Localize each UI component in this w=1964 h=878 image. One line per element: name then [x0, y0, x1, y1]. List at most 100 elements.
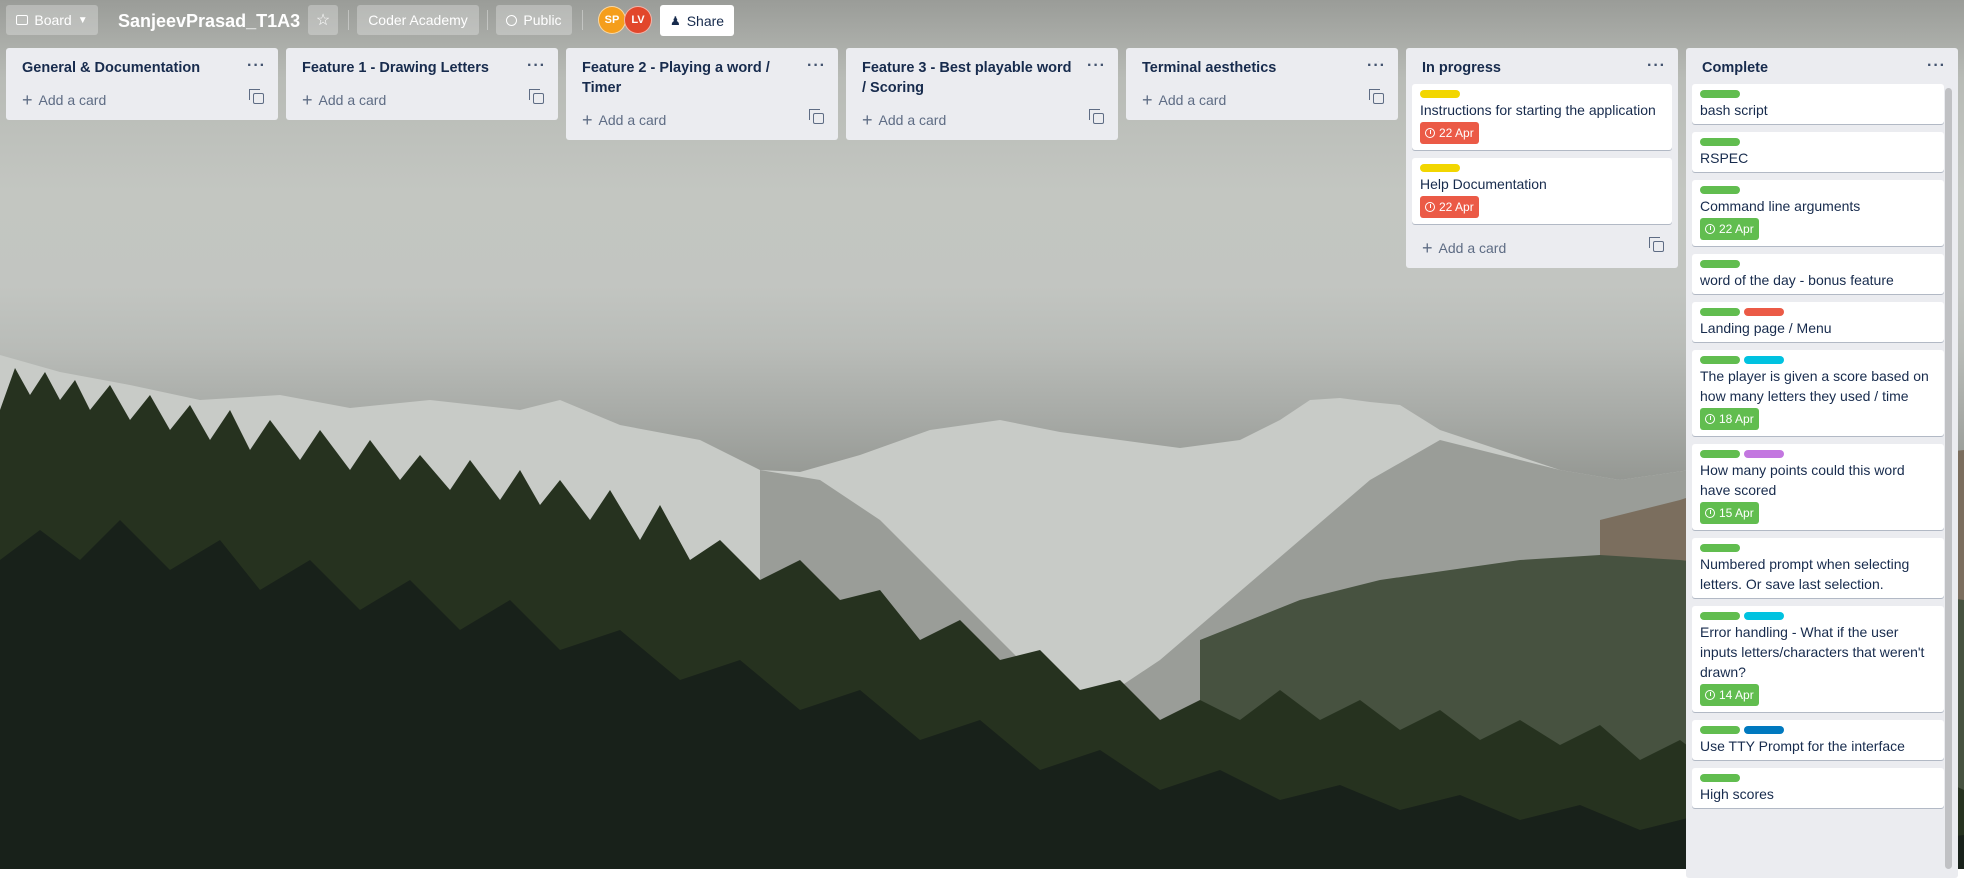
plus-icon: +	[302, 90, 313, 110]
header-divider	[487, 10, 488, 30]
add-card-button[interactable]: + Add a card	[6, 84, 278, 116]
add-card-button[interactable]: + Add a card	[846, 104, 1118, 136]
due-date-text: 22 Apr	[1719, 222, 1754, 236]
add-card-button[interactable]: + Add a card	[566, 104, 838, 136]
plus-icon: +	[582, 110, 593, 130]
card[interactable]: RSPEC	[1692, 132, 1944, 172]
more-icon[interactable]: ···	[1647, 56, 1666, 76]
workspace-button[interactable]: Coder Academy	[357, 5, 479, 35]
list-header[interactable]: Feature 3 - Best playable word / Scoring…	[846, 48, 1118, 104]
more-icon[interactable]: ···	[527, 56, 546, 76]
board-title[interactable]: SanjeevPrasad_T1A3	[118, 6, 300, 36]
share-label: Share	[686, 12, 725, 29]
list-header[interactable]: Complete ···	[1686, 48, 1958, 84]
more-icon[interactable]: ···	[1927, 56, 1946, 76]
card[interactable]: Landing page / Menu	[1692, 302, 1944, 342]
label-green	[1700, 726, 1740, 734]
card-labels	[1700, 90, 1936, 98]
due-date-text: 14 Apr	[1719, 688, 1754, 702]
card-title: Error handling - What if the user inputs…	[1700, 624, 1925, 680]
card-title: Landing page / Menu	[1700, 320, 1832, 336]
card-template-icon[interactable]	[1649, 237, 1664, 252]
label-green	[1700, 356, 1740, 364]
due-date-badge[interactable]: 22 Apr	[1420, 196, 1479, 218]
label-red	[1744, 308, 1784, 316]
card[interactable]: Error handling - What if the user inputs…	[1692, 606, 1944, 712]
card[interactable]: Numbered prompt when selecting letters. …	[1692, 538, 1944, 598]
due-date-badge[interactable]: 22 Apr	[1420, 122, 1479, 144]
card[interactable]: word of the day - bonus feature	[1692, 254, 1944, 294]
list-header[interactable]: Feature 2 - Playing a word / Timer ···	[566, 48, 838, 104]
card[interactable]: Command line arguments 22 Apr	[1692, 180, 1944, 246]
visibility-button[interactable]: Public	[496, 5, 572, 35]
person-icon: ♟	[669, 13, 681, 28]
list-header[interactable]: General & Documentation ···	[6, 48, 278, 84]
avatar[interactable]: LV	[624, 6, 652, 34]
card-template-icon[interactable]	[1089, 109, 1104, 124]
add-card-button[interactable]: + Add a card	[1406, 232, 1678, 264]
list-scrollbar[interactable]	[1945, 88, 1952, 869]
add-card-button[interactable]: + Add a card	[1126, 84, 1398, 116]
due-date-badge[interactable]: 15 Apr	[1700, 502, 1759, 524]
card-labels	[1700, 186, 1936, 194]
card-labels	[1700, 612, 1936, 620]
share-button[interactable]: ♟ Share	[660, 5, 734, 36]
chevron-down-icon: ▼	[77, 14, 88, 26]
card-labels	[1420, 164, 1664, 172]
avatar[interactable]: SP	[598, 6, 626, 34]
clock-icon	[1425, 128, 1435, 138]
label-green	[1700, 138, 1740, 146]
card-labels	[1700, 308, 1936, 316]
star-button[interactable]: ☆	[308, 5, 338, 35]
card-labels	[1700, 138, 1936, 146]
due-date-badge[interactable]: 18 Apr	[1700, 408, 1759, 430]
card-title: How many points could this word have sco…	[1700, 462, 1905, 498]
card-template-icon[interactable]	[1369, 89, 1384, 104]
card-labels	[1700, 544, 1936, 552]
board-view-switcher[interactable]: Board ▼	[6, 5, 98, 35]
avatar-initials: SP	[604, 14, 620, 26]
label-yellow	[1420, 164, 1460, 172]
card-template-icon[interactable]	[529, 89, 544, 104]
card-title: word of the day - bonus feature	[1700, 272, 1894, 288]
list-feature-1: Feature 1 - Drawing Letters ··· + Add a …	[286, 48, 558, 120]
card-labels	[1700, 356, 1936, 364]
workspace-label: Coder Academy	[368, 12, 468, 28]
more-icon[interactable]: ···	[247, 56, 266, 76]
list-header[interactable]: Feature 1 - Drawing Letters ···	[286, 48, 558, 84]
more-icon[interactable]: ···	[1087, 56, 1106, 76]
card[interactable]: Instructions for starting the applicatio…	[1412, 84, 1672, 150]
card-labels	[1700, 774, 1936, 782]
card[interactable]: Use TTY Prompt for the interface	[1692, 720, 1944, 760]
due-date-text: 15 Apr	[1719, 506, 1754, 520]
card-template-icon[interactable]	[809, 109, 824, 124]
card-list: Instructions for starting the applicatio…	[1406, 84, 1678, 224]
label-green	[1700, 308, 1740, 316]
list-title: Complete	[1702, 60, 1769, 76]
label-green	[1700, 544, 1740, 552]
card-title: Command line arguments	[1700, 198, 1861, 214]
card[interactable]: High scores	[1692, 768, 1944, 808]
card-template-icon[interactable]	[249, 89, 264, 104]
list-header[interactable]: Terminal aesthetics ···	[1126, 48, 1398, 84]
card[interactable]: How many points could this word have sco…	[1692, 444, 1944, 530]
card[interactable]: Help Documentation 22 Apr	[1412, 158, 1672, 224]
due-date-badge[interactable]: 22 Apr	[1700, 218, 1759, 240]
plus-icon: +	[1422, 238, 1433, 258]
board-header: Board ▼ SanjeevPrasad_T1A3 ☆ Coder Acade…	[0, 0, 1964, 40]
more-icon[interactable]: ···	[1367, 56, 1386, 76]
more-icon[interactable]: ···	[807, 56, 826, 76]
add-card-label: Add a card	[598, 112, 667, 128]
add-card-label: Add a card	[1438, 240, 1507, 256]
add-card-button[interactable]: + Add a card	[286, 84, 558, 116]
avatar-initials: LV	[631, 14, 645, 26]
list-general-documentation: General & Documentation ··· + Add a card	[6, 48, 278, 120]
card[interactable]: bash script	[1692, 84, 1944, 124]
card[interactable]: The player is given a score based on how…	[1692, 350, 1944, 436]
list-header[interactable]: In progress ···	[1406, 48, 1678, 84]
list-terminal-aesthetics: Terminal aesthetics ··· + Add a card	[1126, 48, 1398, 120]
card-title: The player is given a score based on how…	[1700, 368, 1929, 404]
label-green	[1700, 612, 1740, 620]
clock-icon	[1705, 414, 1715, 424]
due-date-badge[interactable]: 14 Apr	[1700, 684, 1759, 706]
